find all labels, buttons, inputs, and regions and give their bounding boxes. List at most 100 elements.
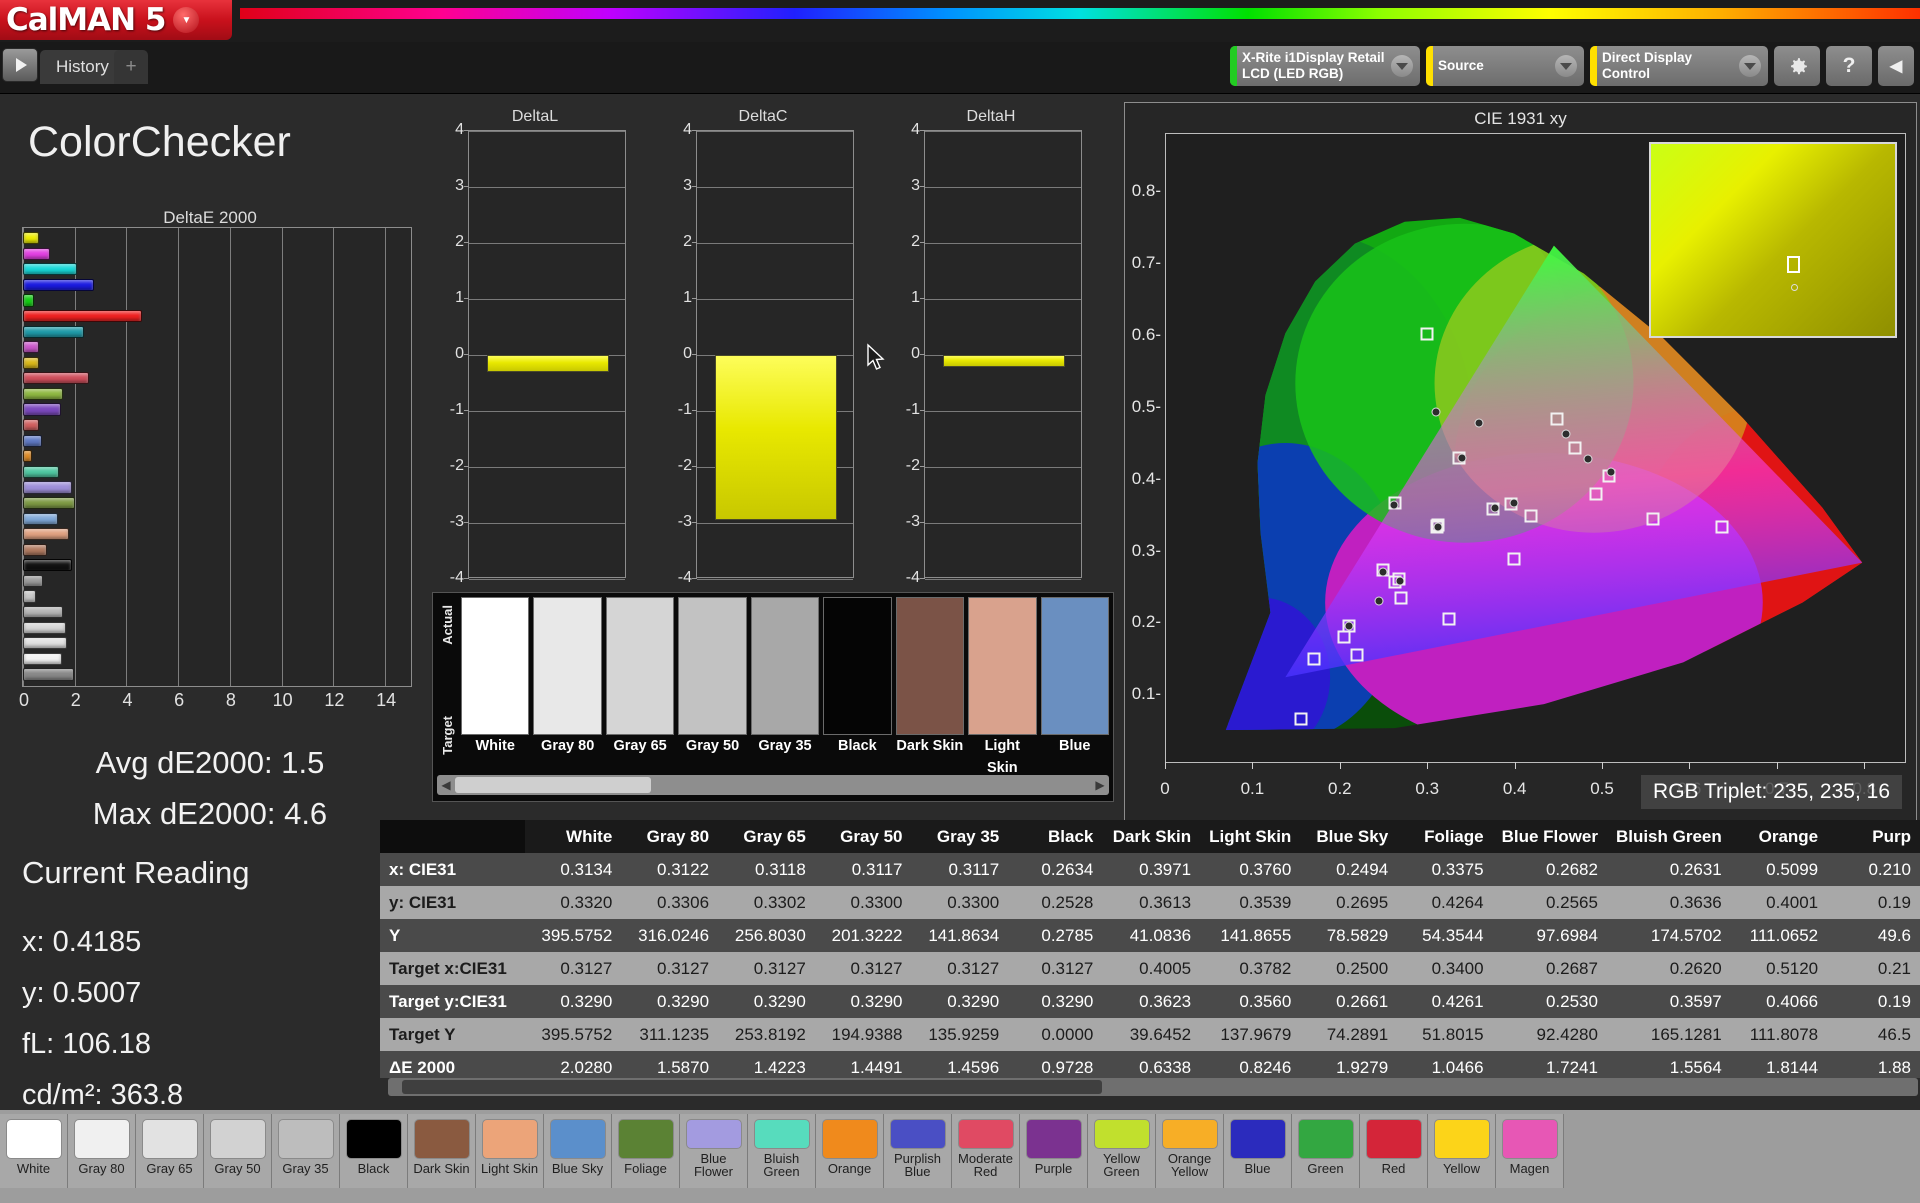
table-cell: 0.5099 bbox=[1730, 853, 1828, 886]
table-corner-cell bbox=[380, 820, 408, 853]
settings-button[interactable] bbox=[1774, 46, 1820, 86]
add-tab-button[interactable]: + bbox=[114, 50, 148, 84]
bottom-swatch[interactable]: Magen bbox=[1496, 1114, 1564, 1188]
bottom-swatch[interactable]: Purplish Blue bbox=[884, 1114, 952, 1188]
swatch-column[interactable]: Black bbox=[823, 597, 892, 757]
table-column-header[interactable]: Purp bbox=[1827, 820, 1920, 853]
chevron-down-icon[interactable] bbox=[1739, 55, 1761, 77]
session-play-button[interactable] bbox=[2, 48, 38, 82]
bottom-swatch[interactable]: Red bbox=[1360, 1114, 1428, 1188]
delta-bar bbox=[943, 355, 1065, 368]
chevron-left-icon: ◀ bbox=[1889, 58, 1903, 75]
swatch-column[interactable]: Gray 35 bbox=[750, 597, 820, 757]
bottom-swatch[interactable]: Yellow bbox=[1428, 1114, 1496, 1188]
table-cell: 0.3623 bbox=[1102, 985, 1201, 1018]
table-column-header[interactable]: Orange bbox=[1730, 820, 1828, 853]
table-row[interactable]: Target Y 395.5752 311.1235 253.8192 194.9388… bbox=[380, 1018, 1920, 1051]
table-cell: 0.2494 bbox=[1300, 853, 1398, 886]
table-column-header[interactable]: Blue Flower bbox=[1492, 820, 1607, 853]
table-cell: 0.8246 bbox=[1200, 1051, 1301, 1078]
table-cell: 0.3127 bbox=[621, 952, 719, 985]
table-column-header[interactable]: Foliage bbox=[1397, 820, 1493, 853]
app-menu-caret-icon[interactable]: ▼ bbox=[173, 7, 200, 33]
swatch-column[interactable]: Light Skin bbox=[968, 597, 1037, 776]
swatch-name: Gray 80 bbox=[541, 738, 595, 754]
swatch-column[interactable]: Gray 80 bbox=[533, 597, 602, 757]
scroll-thumb[interactable] bbox=[455, 777, 651, 793]
bottom-swatch[interactable]: Green bbox=[1292, 1114, 1360, 1188]
bottom-swatch[interactable]: Gray 35 bbox=[272, 1114, 340, 1188]
page-title: ColorChecker bbox=[28, 118, 291, 166]
bottom-swatch[interactable]: Blue Flower bbox=[680, 1114, 748, 1188]
app-logo[interactable]: CalMAN 5 ▼ bbox=[0, 0, 232, 40]
bottom-swatch[interactable]: Bluish Green bbox=[748, 1114, 816, 1188]
table-column-header[interactable]: Gray 35 bbox=[911, 820, 1009, 853]
bottom-swatch[interactable]: White bbox=[0, 1114, 68, 1188]
axis-tick-label: 0 bbox=[911, 345, 920, 362]
bottom-swatch[interactable]: Foliage bbox=[612, 1114, 680, 1188]
collapse-panel-button[interactable]: ◀ bbox=[1878, 46, 1914, 86]
bottom-swatch[interactable]: Blue bbox=[1224, 1114, 1292, 1188]
swatch-chip bbox=[277, 1119, 334, 1159]
bottom-swatch[interactable]: Gray 50 bbox=[204, 1114, 272, 1188]
strip-horizontal-scrollbar[interactable]: ◀ ▶ bbox=[437, 775, 1109, 795]
scroll-left-icon[interactable]: ◀ bbox=[437, 775, 455, 795]
bottom-swatch[interactable]: Orange Yellow bbox=[1156, 1114, 1224, 1188]
bottom-swatch[interactable]: Orange bbox=[816, 1114, 884, 1188]
help-button[interactable]: ? bbox=[1826, 46, 1872, 86]
meter-line2: LCD (LED RGB) bbox=[1242, 66, 1344, 81]
scroll-right-icon[interactable]: ▶ bbox=[1091, 775, 1109, 795]
table-column-header[interactable]: Black bbox=[1008, 820, 1103, 853]
question-mark-icon: ? bbox=[1842, 54, 1856, 77]
table-column-header[interactable]: Light Skin bbox=[1200, 820, 1301, 853]
chevron-down-icon[interactable] bbox=[1555, 55, 1577, 77]
display-control-dropdown[interactable]: Direct Display Control bbox=[1590, 46, 1768, 86]
table-row[interactable]: y: CIE31 0.3320 0.3306 0.3302 0.3300 0.3300 0.… bbox=[380, 886, 1920, 919]
cie-plot-area[interactable] bbox=[1165, 133, 1906, 763]
table-column-header[interactable]: White bbox=[524, 820, 622, 853]
measurement-table[interactable]: White Gray 80 Gray 65 Gray 50 Gray 35 Black Da… bbox=[380, 820, 1920, 1078]
bottom-swatch[interactable]: Light Skin bbox=[476, 1114, 544, 1188]
chevron-down-icon[interactable] bbox=[1391, 55, 1413, 77]
swatch-column[interactable]: Blue bbox=[1040, 597, 1109, 757]
axis-tick bbox=[464, 130, 469, 131]
table-cell: 0.3117 bbox=[814, 853, 912, 886]
table-row[interactable]: x: CIE31 0.3134 0.3122 0.3118 0.3117 0.3117 0.… bbox=[380, 853, 1920, 886]
meter-label: X-Rite i1Display Retail LCD (LED RGB) bbox=[1242, 50, 1385, 81]
source-dropdown[interactable]: Source bbox=[1426, 46, 1584, 86]
table-column-header[interactable]: Gray 65 bbox=[718, 820, 815, 853]
table-column-header[interactable]: Dark Skin bbox=[1102, 820, 1201, 853]
swatch-column[interactable]: Gray 50 bbox=[678, 597, 747, 757]
table-column-header[interactable]: Blue Sky bbox=[1300, 820, 1398, 853]
table-row[interactable]: Y 395.5752 316.0246 256.8030 201.3222 141.863… bbox=[380, 919, 1920, 952]
table-column-header[interactable]: Gray 80 bbox=[621, 820, 719, 853]
swatch-column[interactable]: Dark Skin bbox=[895, 597, 965, 757]
meter-dropdown[interactable]: X-Rite i1Display Retail LCD (LED RGB) bbox=[1230, 46, 1420, 86]
bottom-swatch[interactable]: Yellow Green bbox=[1088, 1114, 1156, 1188]
table-column-header[interactable]: Bluish Green bbox=[1606, 820, 1731, 853]
bottom-swatch[interactable]: Gray 65 bbox=[136, 1114, 204, 1188]
swatch-column[interactable]: White bbox=[461, 597, 530, 757]
table-column-header[interactable]: Gray 50 bbox=[814, 820, 912, 853]
deltae-bar bbox=[23, 341, 39, 354]
bottom-swatch[interactable]: Purple bbox=[1020, 1114, 1088, 1188]
table-row[interactable]: Target x:CIE31 0.3127 0.3127 0.3127 0.3127 0.… bbox=[380, 952, 1920, 985]
bottom-swatch[interactable]: Gray 80 bbox=[68, 1114, 136, 1188]
avg-de2000-stat: Avg dE2000: 1.5 bbox=[95, 745, 325, 780]
bottom-swatch[interactable]: Dark Skin bbox=[408, 1114, 476, 1188]
axis-tick-label: -1 bbox=[905, 401, 920, 418]
swatch-label: Gray 50 bbox=[214, 1161, 261, 1176]
swatch-chip bbox=[1501, 1119, 1558, 1159]
axis-tick bbox=[464, 466, 469, 467]
table-horizontal-scrollbar[interactable] bbox=[388, 1078, 1918, 1096]
swatch-column[interactable]: Gray 65 bbox=[605, 597, 675, 757]
table-scroll-thumb[interactable] bbox=[402, 1080, 1102, 1094]
axis-tick bbox=[692, 242, 697, 243]
current-reading-title: Current Reading bbox=[22, 855, 250, 890]
bottom-swatch[interactable]: Black bbox=[340, 1114, 408, 1188]
bottom-swatch[interactable]: Blue Sky bbox=[544, 1114, 612, 1188]
deltae-bar bbox=[23, 434, 43, 447]
table-row[interactable]: Target y:CIE31 0.3290 0.3290 0.3290 0.3290 0.… bbox=[380, 985, 1920, 1018]
bottom-swatch[interactable]: Moderate Red bbox=[952, 1114, 1020, 1188]
table-row[interactable]: ΔE 2000 2.0280 1.5870 1.4223 1.4491 1.4596 0.9… bbox=[380, 1051, 1920, 1078]
